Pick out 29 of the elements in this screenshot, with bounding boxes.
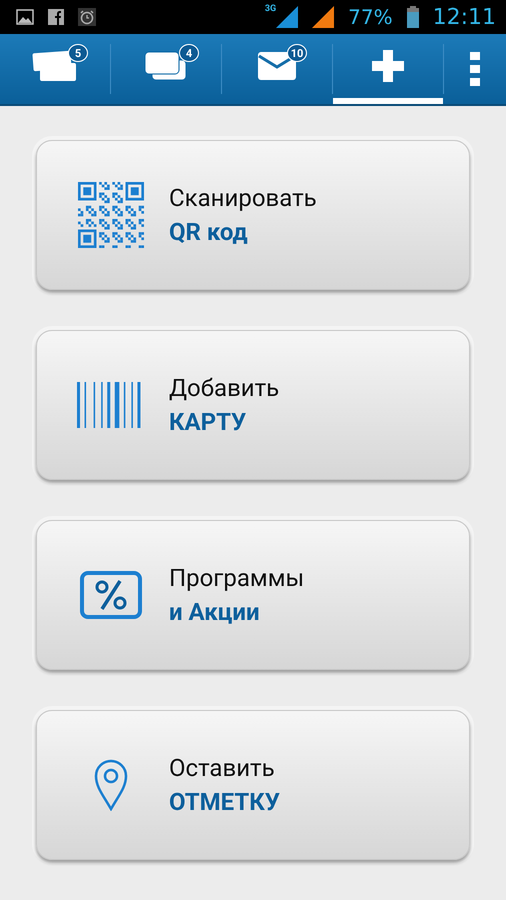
location-pin-icon [94,759,128,811]
action-title: Сканировать [169,184,317,212]
menu-icon [470,52,480,86]
signal-icon [312,6,334,28]
battery-percent: 77% [348,5,393,29]
cards-icon [144,50,188,82]
qr-code-icon [78,182,144,248]
count-badge: 5 [68,44,88,62]
plus-icon [372,50,404,82]
action-title: Оставить [169,754,276,782]
signal-icon [276,6,298,28]
count-badge: 4 [179,44,199,62]
alarm-clock-icon [78,8,96,26]
action-subtitle: и Акции [169,598,261,626]
clock-time: 12:11 [432,4,496,30]
image-icon [16,9,34,25]
tab[interactable]: 10 [222,34,332,104]
battery-icon [406,6,419,28]
action-subtitle: QR код [169,218,249,246]
network-type: 3G [264,4,276,14]
tab[interactable]: 5 [0,34,110,104]
percent-icon [80,571,142,619]
action-subtitle: ОТМЕТКУ [169,788,280,816]
action-title: Добавить [169,374,280,402]
count-badge: 10 [287,44,307,62]
action-title: Программы [169,564,304,592]
facebook-icon [48,9,64,25]
tab[interactable]: 4 [111,34,221,104]
action-subtitle: КАРТУ [169,408,248,436]
